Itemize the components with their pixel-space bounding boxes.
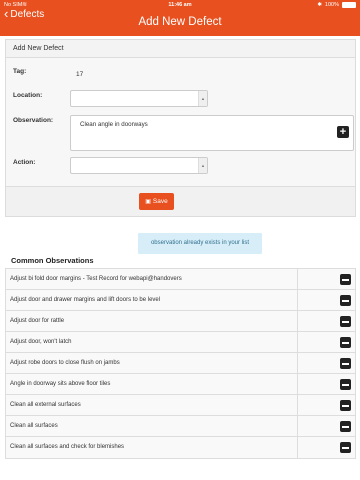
form-header: Add New Defect <box>6 40 355 58</box>
plus-icon: + <box>339 126 347 138</box>
list-item[interactable]: Adjust bi fold door margins - Test Recor… <box>6 269 355 290</box>
battery-percent: 100% <box>324 2 339 8</box>
list-item[interactable]: Adjust door for rattle <box>6 311 355 332</box>
list-item[interactable]: Adjust robe doors to close flush on jamb… <box>6 353 355 374</box>
list-item[interactable]: Clean all surfaces <box>6 416 355 437</box>
column-divider <box>297 311 298 331</box>
column-divider <box>297 395 298 415</box>
observation-item-text: Adjust door for rattle <box>10 318 65 324</box>
status-right: ✱ 100% <box>317 2 356 8</box>
remove-observation-button[interactable] <box>340 400 351 411</box>
location-select[interactable]: ▲ <box>70 90 208 107</box>
form-footer: ▣ Save <box>6 186 355 216</box>
tag-value: 17 <box>76 71 84 78</box>
observation-item-text: Clean all surfaces <box>10 423 58 429</box>
column-divider <box>297 332 298 352</box>
defect-form-panel: Add New Defect Tag: 17 Location: ▲ Obser… <box>5 39 356 217</box>
column-divider <box>297 437 298 458</box>
bluetooth-icon: ✱ <box>317 2 322 8</box>
observation-value: Clean angle in doorways <box>80 121 148 128</box>
column-divider <box>297 374 298 394</box>
add-observation-button[interactable]: + <box>337 126 349 138</box>
tag-label: Tag: <box>13 68 27 75</box>
list-item[interactable]: Clean all external surfaces <box>6 395 355 416</box>
column-divider <box>297 290 298 310</box>
battery-fill <box>343 3 355 7</box>
observation-label: Observation: <box>13 117 54 124</box>
app-header: No SIM ≋ 11:46 am ✱ 100% ‹ Defects Add N… <box>0 0 360 36</box>
save-disk-icon: ▣ <box>145 199 151 205</box>
observation-item-text: Clean all surfaces and check for blemish… <box>10 444 125 450</box>
observation-item-text: Angle in doorway sits above floor tiles <box>10 381 111 387</box>
remove-observation-button[interactable] <box>340 442 351 453</box>
list-item[interactable]: Angle in doorway sits above floor tiles <box>6 374 355 395</box>
dropdown-arrow-icon: ▲ <box>198 91 207 106</box>
observation-field[interactable]: Clean angle in doorways + <box>70 115 354 151</box>
column-divider <box>297 353 298 373</box>
observation-item-text: Adjust robe doors to close flush on jamb… <box>10 360 120 366</box>
page-title: Add New Defect <box>138 16 222 28</box>
status-bar: No SIM ≋ 11:46 am ✱ 100% <box>0 0 360 10</box>
save-label: Save <box>152 198 168 205</box>
remove-observation-button[interactable] <box>340 421 351 432</box>
remove-observation-button[interactable] <box>340 274 351 285</box>
list-item[interactable]: Clean all surfaces and check for blemish… <box>6 437 355 458</box>
save-button[interactable]: ▣ Save <box>139 193 174 210</box>
action-label: Action: <box>13 159 36 166</box>
observation-item-text: Adjust door and drawer margins and lift … <box>10 297 161 303</box>
action-select[interactable]: ▲ <box>70 157 208 174</box>
common-observations-title: Common Observations <box>11 256 94 265</box>
status-time: 11:46 am <box>168 2 192 8</box>
remove-observation-button[interactable] <box>340 337 351 348</box>
duplicate-alert: observation already exists in your list <box>138 233 262 254</box>
observation-item-text: Adjust door, won't latch <box>10 339 72 345</box>
remove-observation-button[interactable] <box>340 379 351 390</box>
list-item[interactable]: Adjust door and drawer margins and lift … <box>6 290 355 311</box>
column-divider <box>297 269 298 289</box>
remove-observation-button[interactable] <box>340 316 351 327</box>
observation-item-text: Adjust bi fold door margins - Test Recor… <box>10 276 182 282</box>
location-label: Location: <box>13 92 43 99</box>
dropdown-arrow-icon: ▲ <box>198 158 207 173</box>
remove-observation-button[interactable] <box>340 358 351 369</box>
column-divider <box>297 416 298 436</box>
observation-item-text: Clean all external surfaces <box>10 402 81 408</box>
battery-icon <box>342 2 356 8</box>
common-observations-list: Adjust bi fold door margins - Test Recor… <box>5 268 356 459</box>
list-item[interactable]: Adjust door, won't latch <box>6 332 355 353</box>
remove-observation-button[interactable] <box>340 295 351 306</box>
